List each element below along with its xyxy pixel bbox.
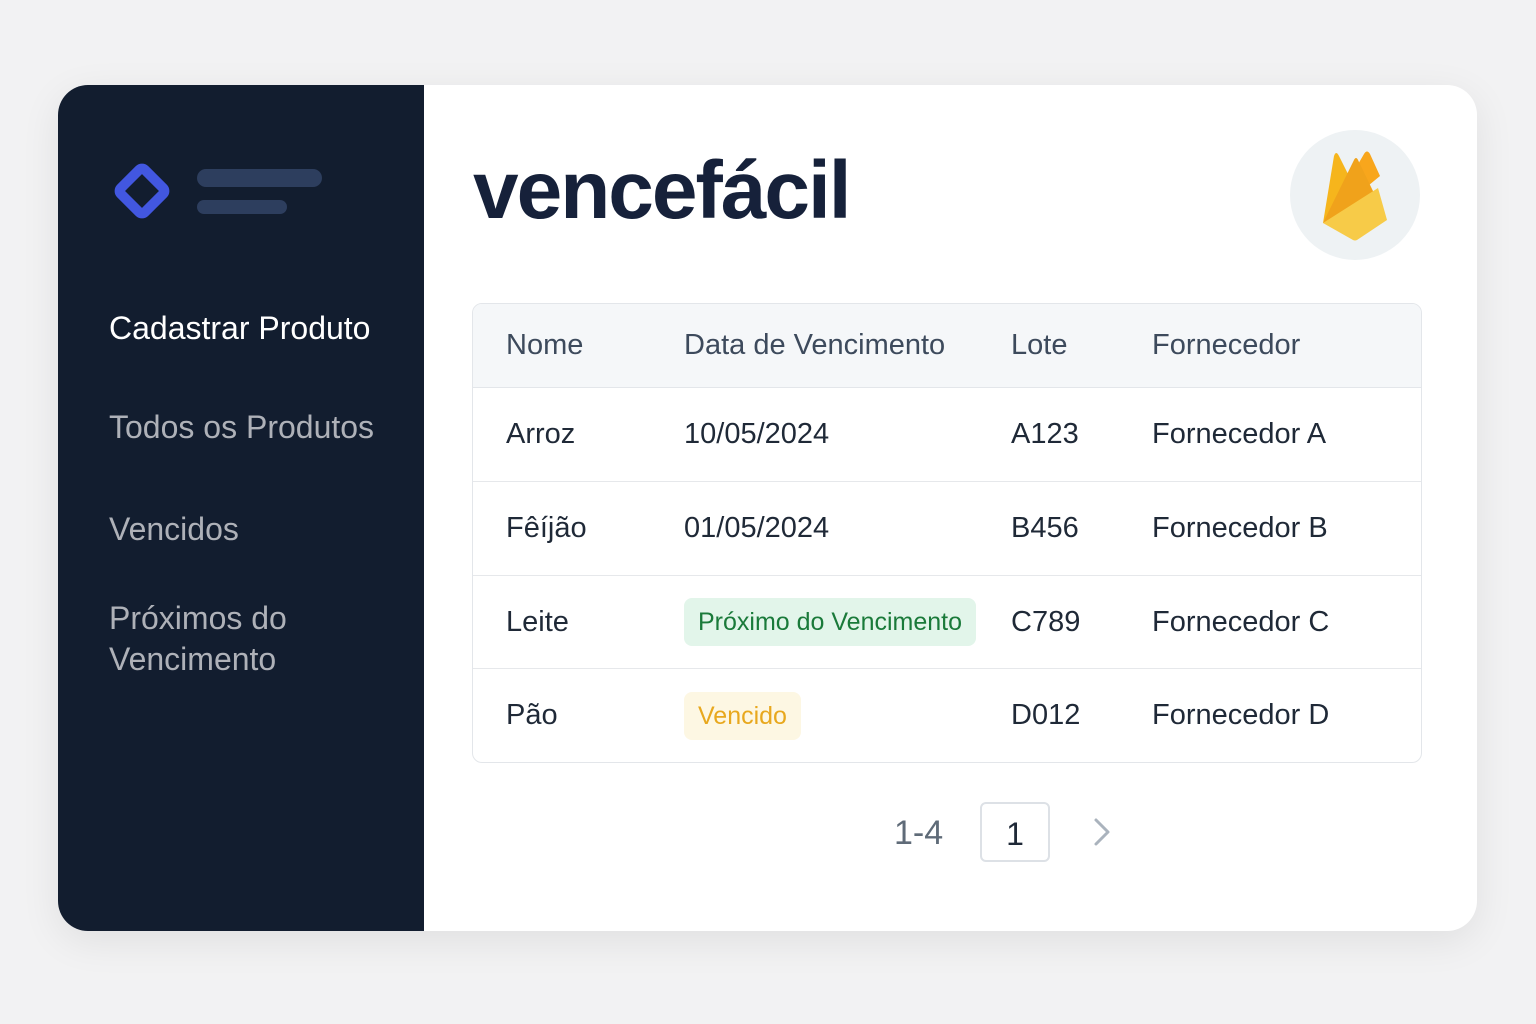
table-row[interactable]: Leite Próximo do Vencimento C789 Fornece… <box>473 576 1421 669</box>
firebase-badge <box>1290 130 1420 260</box>
cell-lote: B456 <box>1011 512 1079 544</box>
page-title: vencefácil <box>473 145 852 236</box>
cell-fornecedor: Fornecedor A <box>1152 418 1327 450</box>
diamond-logo-icon <box>114 163 170 219</box>
table-row[interactable]: Arroz 10/05/2024 A123 Fornecedor A <box>473 388 1421 482</box>
cell-data: 01/05/2024 <box>684 512 830 544</box>
pagination-range: 1-4 <box>894 814 944 852</box>
cell-data: Próximo do Vencimento <box>684 576 977 668</box>
cell-nome: Fêíjão <box>506 512 587 544</box>
status-badge-vencido: Vencido <box>684 691 801 740</box>
table-header: Nome Data de Vencimento Lote Fornecedor <box>473 304 1421 388</box>
cell-nome: Pão <box>506 699 558 731</box>
cell-lote: A123 <box>1011 418 1079 450</box>
logo-text-bar <box>197 169 322 187</box>
column-header-data-de-vencimento[interactable]: Data de Vencimento <box>684 304 945 387</box>
cell-nome: Leite <box>506 605 569 638</box>
cell-fornecedor: Fornecedor C <box>1152 605 1330 638</box>
column-header-nome[interactable]: Nome <box>506 304 583 387</box>
sidebar: Cadastrar Produto Todos os Produtos Venc… <box>58 85 424 931</box>
cell-nome: Arroz <box>506 418 576 450</box>
main-content: vencefácil Nome Data de Vencimento Lote … <box>424 85 1477 931</box>
cell-data: 10/05/2024 <box>684 418 830 450</box>
status-badge-proximo-do-vencimento: Próximo do Vencimento <box>684 598 977 646</box>
table-row[interactable]: Pão Vencido D012 Fornecedor D <box>473 669 1421 762</box>
products-table: Nome Data de Vencimento Lote Fornecedor … <box>472 303 1422 763</box>
app-window: Cadastrar Produto Todos os Produtos Venc… <box>58 85 1477 931</box>
pagination-page-button[interactable]: 1 <box>980 802 1050 862</box>
sidebar-item-cadastrar-produto[interactable]: Cadastrar Produto <box>109 308 409 349</box>
cell-lote: C789 <box>1011 605 1081 638</box>
cell-fornecedor: Fornecedor D <box>1152 699 1330 731</box>
chevron-right-icon[interactable] <box>1090 815 1114 849</box>
cell-lote: D012 <box>1011 699 1081 731</box>
sidebar-item-vencidos[interactable]: Vencidos <box>109 509 409 550</box>
table-row[interactable]: Fêíjão 01/05/2024 B456 Fornecedor B <box>473 482 1421 576</box>
cell-data: Vencido <box>684 669 801 762</box>
column-header-lote[interactable]: Lote <box>1011 304 1067 387</box>
cell-fornecedor: Fornecedor B <box>1152 512 1328 544</box>
column-header-fornecedor[interactable]: Fornecedor <box>1152 304 1300 387</box>
sidebar-item-proximos-do-vencimento[interactable]: Próximos do Vencimento <box>109 598 409 680</box>
firebase-flame-icon <box>1323 151 1387 241</box>
sidebar-item-todos-os-produtos[interactable]: Todos os Produtos <box>109 407 409 448</box>
logo-text-bar <box>197 200 287 214</box>
